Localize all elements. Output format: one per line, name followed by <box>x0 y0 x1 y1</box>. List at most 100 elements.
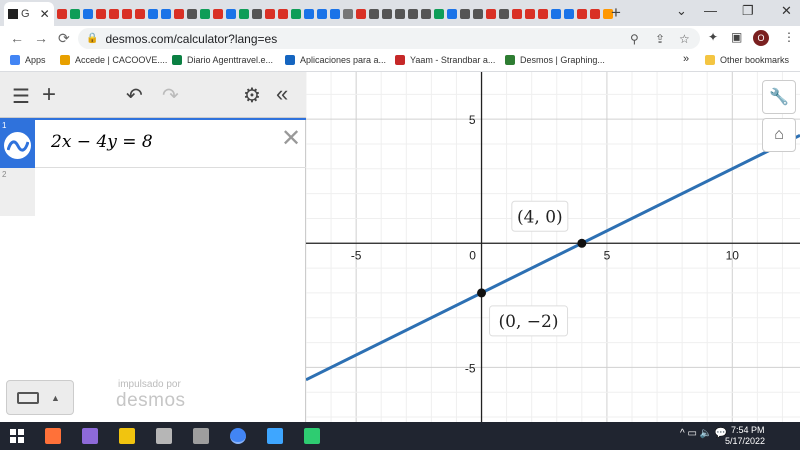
tab[interactable] <box>420 3 432 24</box>
redo-icon[interactable]: ↷ <box>162 83 179 108</box>
collapse-panel-icon[interactable]: « <box>276 81 288 107</box>
tab[interactable] <box>212 3 224 24</box>
bookmark-aplicaciones[interactable]: Aplicaciones para a... <box>285 55 386 65</box>
active-tab[interactable]: G ✕ <box>4 2 54 26</box>
clock-time[interactable]: 7:54 PM <box>731 425 765 435</box>
settings-gear-icon[interactable]: ⚙ <box>243 83 261 108</box>
delete-expression-icon[interactable]: ✕ <box>281 124 301 153</box>
tab[interactable] <box>407 3 419 24</box>
expression-gutter[interactable]: 2 <box>0 168 35 216</box>
tab[interactable] <box>95 3 107 24</box>
url-text[interactable]: desmos.com/calculator?lang=es <box>105 32 277 46</box>
tab[interactable] <box>56 3 68 24</box>
tab[interactable] <box>329 3 341 24</box>
tab[interactable] <box>550 3 562 24</box>
windows-start-icon[interactable] <box>10 429 24 443</box>
tab[interactable] <box>537 3 549 24</box>
tab[interactable] <box>147 3 159 24</box>
taskbar-app-icon[interactable] <box>45 428 61 444</box>
forward-arrow-icon[interactable]: → <box>34 30 48 46</box>
tab[interactable] <box>186 3 198 24</box>
tab[interactable] <box>511 3 523 24</box>
tab[interactable] <box>264 3 276 24</box>
lock-icon[interactable]: 🔒 <box>86 33 98 44</box>
tab[interactable] <box>459 3 471 24</box>
new-tab-button[interactable]: + <box>611 3 621 23</box>
tab[interactable] <box>225 3 237 24</box>
share-icon[interactable]: ⇪ <box>655 32 665 46</box>
expression-input[interactable]: 2x − 4y = 8 <box>51 132 153 152</box>
tab[interactable] <box>277 3 289 24</box>
tab[interactable] <box>134 3 146 24</box>
sidepanel-icon[interactable]: ▣ <box>731 30 742 44</box>
bookmark-star-icon[interactable]: ☆ <box>679 32 690 46</box>
tab[interactable] <box>160 3 172 24</box>
bookmark-desmos[interactable]: Desmos | Graphing... <box>505 55 605 65</box>
clock-date[interactable]: 5/17/2022 <box>725 436 765 446</box>
tab[interactable] <box>290 3 302 24</box>
taskbar-app-icon[interactable] <box>304 428 320 444</box>
extensions-icon[interactable]: ✦ <box>708 30 718 44</box>
expression-row[interactable]: 1 2x − 4y = 8 ✕ <box>0 118 306 168</box>
add-item-icon[interactable]: + <box>42 81 56 109</box>
zoom-icon[interactable]: ⚲ <box>630 32 639 46</box>
home-icon[interactable]: ⌂ <box>762 118 796 152</box>
taskbar-app-icon[interactable] <box>156 428 172 444</box>
bookmark-apps[interactable]: Apps <box>10 55 46 65</box>
tab[interactable] <box>485 3 497 24</box>
tab[interactable] <box>498 3 510 24</box>
tab[interactable] <box>576 3 588 24</box>
taskbar-app-icon[interactable] <box>267 428 283 444</box>
tab[interactable] <box>472 3 484 24</box>
taskbar-app-icon[interactable] <box>193 428 209 444</box>
tab[interactable] <box>368 3 380 24</box>
tab[interactable] <box>82 3 94 24</box>
tab-close-icon[interactable]: ✕ <box>40 7 50 21</box>
back-arrow-icon[interactable]: ← <box>10 30 24 46</box>
system-tray-icons[interactable]: ^ ▭ 🔈 💬 <box>680 428 727 439</box>
taskbar-app-icon[interactable] <box>82 428 98 444</box>
other-bookmarks-folder[interactable]: Other bookmarks <box>705 55 789 65</box>
bookmark-diario[interactable]: Diario Agenttravel.e... <box>172 55 273 65</box>
expression-row[interactable]: 2 <box>0 168 306 216</box>
tab[interactable] <box>238 3 250 24</box>
bookmark-yaam[interactable]: Yaam - Strandbar a... <box>395 55 495 65</box>
menu-dots-icon[interactable]: ⋮ <box>783 30 795 44</box>
tab[interactable] <box>342 3 354 24</box>
tab[interactable] <box>381 3 393 24</box>
tab[interactable] <box>251 3 263 24</box>
graph-canvas[interactable]: -5 0 5 10 5 -5 (4, 0) (0, −2) <box>305 72 800 422</box>
tab[interactable] <box>173 3 185 24</box>
tab[interactable] <box>199 3 211 24</box>
tab[interactable] <box>121 3 133 24</box>
minimize-button[interactable]: — <box>704 3 717 18</box>
taskbar-app-icon[interactable] <box>119 428 135 444</box>
graph-paper[interactable]: -5 0 5 10 5 -5 (4, 0) (0, −2) 🔧 ⌂ <box>305 72 800 422</box>
keypad-toggle-button[interactable]: ▲ <box>6 380 74 415</box>
profile-avatar[interactable]: O <box>753 30 769 46</box>
tab[interactable] <box>563 3 575 24</box>
reload-icon[interactable]: ⟳ <box>58 30 70 47</box>
tab[interactable] <box>303 3 315 24</box>
taskbar-app-icon[interactable] <box>230 428 246 444</box>
graph-style-icon[interactable] <box>4 132 31 159</box>
hamburger-menu-icon[interactable]: ☰ <box>12 84 30 109</box>
tab[interactable] <box>589 3 601 24</box>
tab[interactable] <box>316 3 328 24</box>
tab[interactable] <box>108 3 120 24</box>
tab[interactable] <box>69 3 81 24</box>
maximize-button[interactable]: ❐ <box>742 3 754 19</box>
window-close-button[interactable]: ✕ <box>781 3 792 19</box>
tab-search-button[interactable]: ⌄ <box>676 3 687 19</box>
tab[interactable] <box>355 3 367 24</box>
omnibox[interactable]: 🔒 desmos.com/calculator?lang=es ⚲ ⇪ ☆ <box>78 28 700 49</box>
tab[interactable] <box>433 3 445 24</box>
tab[interactable] <box>394 3 406 24</box>
expression-gutter[interactable]: 1 <box>0 120 35 168</box>
bookmarks-more-button[interactable]: » <box>683 53 689 65</box>
tab[interactable] <box>524 3 536 24</box>
bookmark-cacoove[interactable]: Accede | CACOOVE.... <box>60 55 167 65</box>
wrench-icon[interactable]: 🔧 <box>762 80 796 114</box>
undo-icon[interactable]: ↶ <box>126 83 143 108</box>
tab[interactable] <box>446 3 458 24</box>
